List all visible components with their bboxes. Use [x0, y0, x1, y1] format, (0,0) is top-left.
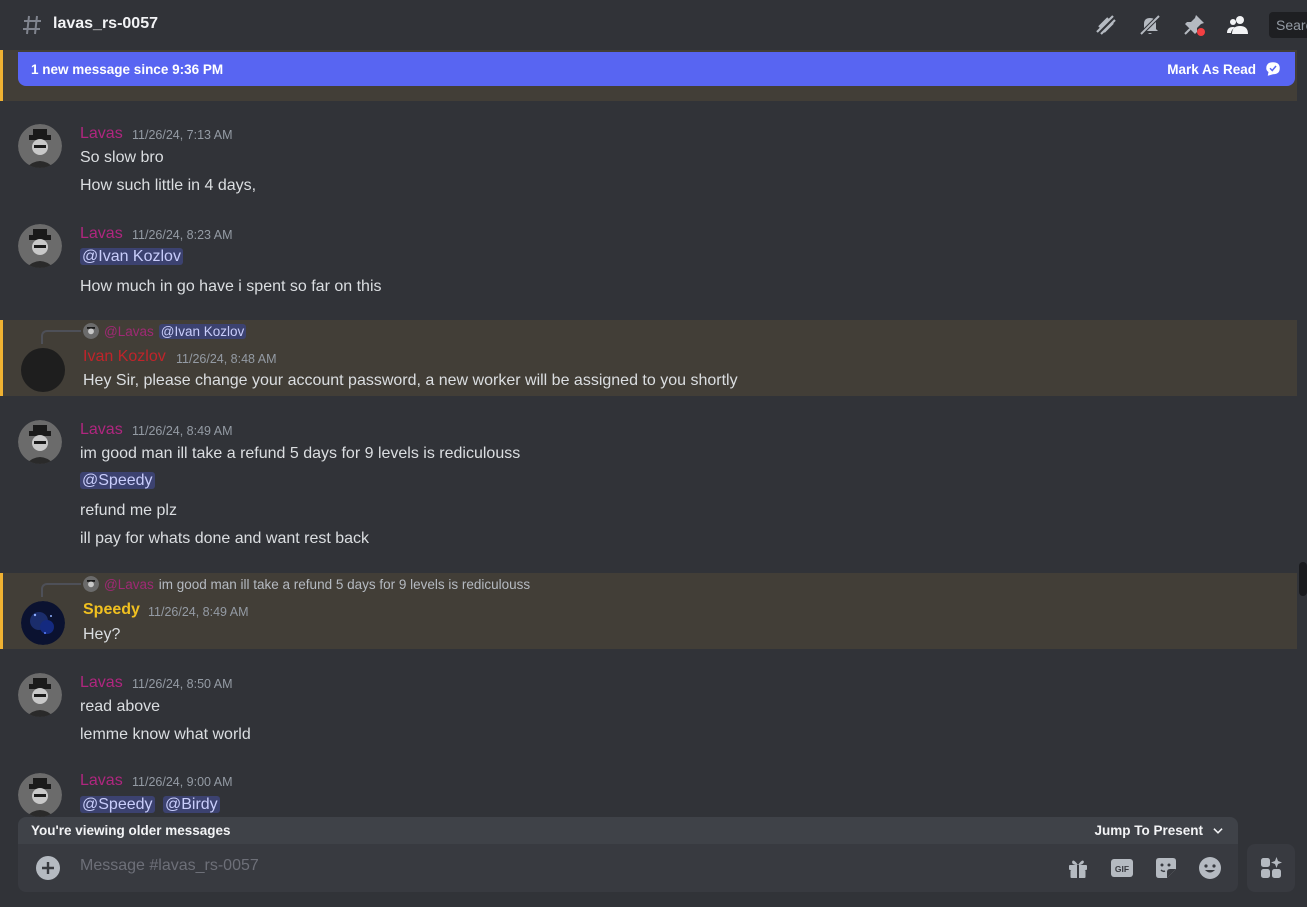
reply-text[interactable]: im good man ill take a refund 5 days for… — [159, 577, 530, 592]
message-group-highlighted: @Lavas @Ivan Kozlov Ivan Kozlov 11/26/24… — [0, 320, 1297, 396]
new-messages-banner[interactable]: 1 new message since 9:36 PM Mark As Read — [18, 52, 1295, 86]
message-text: im good man ill take a refund 5 days for… — [80, 445, 521, 462]
jump-to-present-label: Jump To Present — [1094, 823, 1203, 838]
timestamp: 11/26/24, 8:23 AM — [132, 228, 233, 242]
message-group-highlighted: @Lavas im good man ill take a refund 5 d… — [0, 573, 1297, 649]
message-text: refund me plz — [80, 502, 177, 519]
message-text: Hey? — [83, 626, 121, 643]
reply-author[interactable]: @Lavas — [104, 324, 154, 339]
timestamp: 11/26/24, 8:50 AM — [132, 677, 233, 691]
apps-icon — [1261, 857, 1282, 878]
gift-icon[interactable] — [1066, 856, 1090, 880]
user-mention[interactable]: @Ivan Kozlov — [80, 248, 183, 265]
user-mention[interactable]: @Birdy — [162, 796, 220, 813]
message-text: read above — [80, 698, 161, 715]
channel-name: lavas_rs-0057 — [53, 15, 158, 32]
avatar[interactable] — [21, 348, 65, 392]
jump-to-present-button[interactable]: Jump To Present — [1094, 823, 1225, 838]
mute-icon[interactable] — [1138, 13, 1162, 37]
author-name[interactable]: Speedy — [83, 601, 140, 619]
user-mention[interactable]: @Speedy — [80, 472, 155, 489]
author-name[interactable]: Ivan Kozlov — [83, 348, 166, 366]
avatar[interactable] — [18, 224, 62, 268]
timestamp: 11/26/24, 9:00 AM — [132, 775, 233, 789]
sticker-icon[interactable] — [1154, 856, 1178, 880]
timestamp: 11/26/24, 7:13 AM — [132, 128, 233, 142]
message-group: Lavas 11/26/24, 8:50 AM read above lemme… — [0, 661, 1297, 757]
reply-avatar — [83, 323, 99, 339]
author-name[interactable]: Lavas — [80, 225, 123, 243]
gif-icon[interactable]: GIF — [1110, 856, 1134, 880]
message-group: Lavas 11/26/24, 8:49 AM im good man ill … — [0, 408, 1297, 558]
reply-avatar — [83, 576, 99, 592]
user-mention[interactable]: @Speedy — [80, 796, 155, 813]
author-name[interactable]: Lavas — [80, 674, 123, 692]
message-input[interactable] — [80, 857, 980, 875]
author-name[interactable]: Lavas — [80, 772, 123, 790]
message-group: Lavas 11/26/24, 7:13 AM So slow bro How … — [0, 112, 1297, 202]
avatar[interactable] — [18, 124, 62, 168]
members-icon[interactable] — [1226, 13, 1250, 37]
timestamp: 11/26/24, 8:49 AM — [148, 605, 249, 619]
channel-header: lavas_rs-0057 Search — [0, 0, 1307, 50]
mark-as-read-label: Mark As Read — [1167, 61, 1256, 77]
message-composer: GIF — [18, 844, 1238, 892]
message-text: How such little in 4 days, — [80, 177, 257, 194]
apps-button[interactable] — [1247, 844, 1295, 892]
threads-icon[interactable] — [1094, 13, 1118, 37]
reply-author[interactable]: @Lavas — [104, 577, 154, 592]
message-text: How much in go have i spent so far on th… — [80, 278, 382, 295]
reply-text-mention[interactable]: @Ivan Kozlov — [158, 323, 247, 339]
avatar[interactable] — [18, 773, 62, 817]
older-messages-bar: You're viewing older messages Jump To Pr… — [18, 817, 1238, 844]
chevron-down-icon — [1213, 827, 1223, 834]
message-text: ill pay for whats done and want rest bac… — [80, 530, 370, 547]
mark-read-icon — [1266, 62, 1280, 76]
reply-preview[interactable]: @Lavas im good man ill take a refund 5 d… — [83, 576, 530, 592]
avatar[interactable] — [18, 673, 62, 717]
author-name[interactable]: Lavas — [80, 125, 123, 143]
timestamp: 11/26/24, 8:49 AM — [132, 424, 233, 438]
reply-connector — [41, 330, 81, 344]
timestamp: 11/26/24, 8:48 AM — [176, 352, 277, 366]
message-text: So slow bro — [80, 149, 164, 166]
search-input[interactable]: Search — [1269, 12, 1307, 38]
upload-plus-icon[interactable] — [36, 856, 60, 880]
mark-as-read-button[interactable]: Mark As Read — [1167, 60, 1282, 78]
avatar[interactable] — [21, 601, 65, 645]
reply-connector — [41, 583, 81, 597]
pin-icon[interactable] — [1182, 13, 1206, 37]
message-group: Lavas 11/26/24, 8:23 AM @Ivan Kozlov How… — [0, 212, 1297, 308]
author-name[interactable]: Lavas — [80, 421, 123, 439]
message-group: Lavas 11/26/24, 9:00 AM @Speedy @Birdy — [0, 761, 1297, 821]
message-text: lemme know what world — [80, 726, 251, 743]
svg-text:GIF: GIF — [1115, 864, 1129, 874]
emoji-icon[interactable] — [1198, 856, 1222, 880]
avatar[interactable] — [18, 420, 62, 464]
reply-preview[interactable]: @Lavas @Ivan Kozlov — [83, 323, 247, 339]
new-messages-text: 1 new message since 9:36 PM — [31, 61, 224, 77]
scrollbar-thumb[interactable] — [1299, 562, 1307, 596]
older-messages-text: You're viewing older messages — [31, 823, 231, 838]
message-text: Hey Sir, please change your account pass… — [83, 372, 738, 389]
hash-icon — [23, 15, 41, 35]
